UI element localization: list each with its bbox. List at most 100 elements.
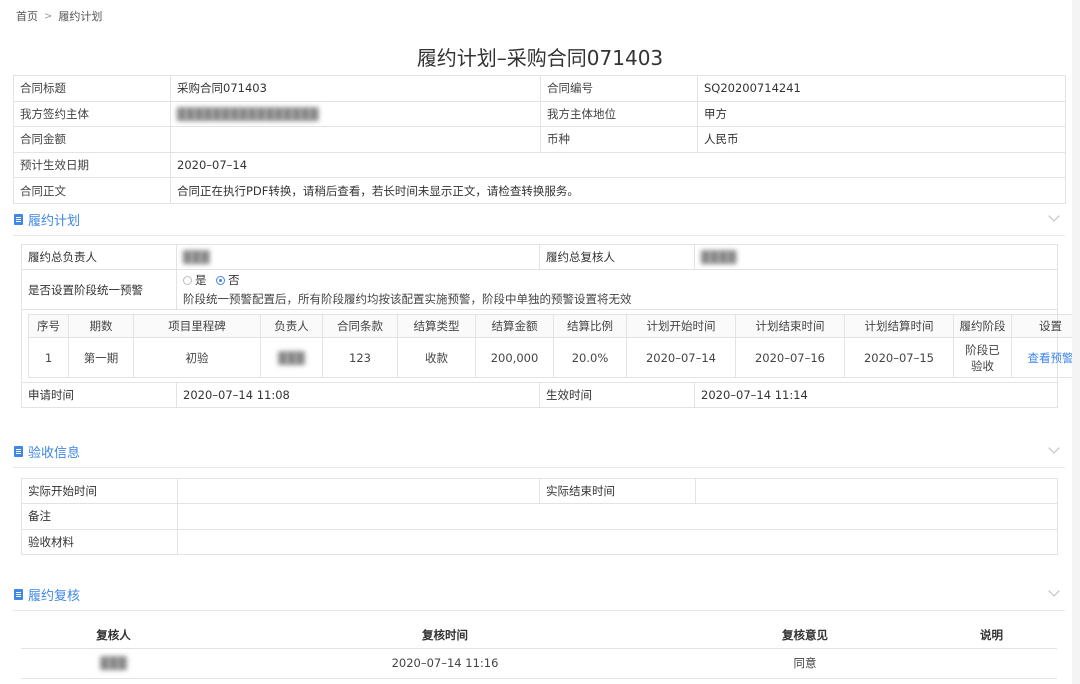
warn-label: 是否设置阶段统一预警 — [21, 269, 177, 310]
col-header: 结算金额 — [475, 314, 554, 338]
reviewer-label: 履约总复核人 — [539, 244, 695, 270]
warn-yes-radio[interactable]: 是 — [183, 272, 207, 288]
contract-no-label: 合同编号 — [540, 75, 698, 102]
warn-note: 阶段统一预警配置后，所有阶段履约均按该配置实施预警，阶段中单独的预警设置将无效 — [183, 292, 632, 306]
breadcrumb-home-link[interactable]: 首页 — [16, 8, 38, 24]
review-section-header[interactable]: 履约复核 — [14, 583, 1064, 605]
stage-table: 序号 期数 项目里程碑 负责人 合同条款 结算类型 结算金额 结算比例 计划开始… — [28, 314, 1080, 378]
cell-clause: 123 — [322, 337, 398, 378]
currency-value: 人民币 — [697, 126, 1066, 153]
actual-end-label: 实际结束时间 — [539, 477, 696, 505]
contract-body-value: 合同正在执行PDF转换，请稍后查看，若长时间未显示正文，请检查转换服务。 — [170, 177, 1066, 204]
cell-milestone: 初验 — [133, 337, 261, 378]
redacted-reviewer: ███ — [100, 656, 127, 670]
view-warning-link[interactable]: 查看预警 — [1028, 351, 1074, 365]
document-icon — [14, 588, 23, 600]
breadcrumb-current: 履约计划 — [58, 10, 103, 23]
document-icon — [14, 213, 23, 225]
radio-checked-icon — [216, 275, 226, 285]
cell-review-opinion: 同意 — [684, 648, 926, 679]
material-value — [177, 528, 1058, 555]
cell-plan-end: 2020–07–16 — [735, 337, 845, 378]
actual-start-label: 实际开始时间 — [21, 477, 178, 505]
col-header: 负责人 — [260, 314, 323, 338]
plan-box: 履约总负责人 ███ 履约总复核人 ████ 是否设置阶段统一预警 是 否 阶段… — [21, 244, 1080, 408]
breadcrumb: 首页 > 履约计划 — [16, 8, 102, 24]
party-value: ████████████████ — [170, 100, 541, 128]
section-divider — [13, 467, 1065, 468]
cell-reviewer: ███ — [21, 648, 206, 679]
plan-section-header[interactable]: 履约计划 — [14, 208, 1064, 230]
contract-body-label: 合同正文 — [13, 177, 171, 204]
plan-table: 履约总负责人 ███ 履约总复核人 ████ 是否设置阶段统一预警 是 否 阶段… — [21, 244, 1080, 408]
section-divider — [13, 610, 1065, 611]
contract-title-value: 采购合同071403 — [170, 75, 541, 102]
actual-start-value — [177, 477, 540, 505]
breadcrumb-separator: > — [44, 10, 53, 22]
acceptance-section-title: 验收信息 — [28, 445, 81, 461]
cell-plan-start: 2020–07–14 — [626, 337, 736, 378]
remark-label: 备注 — [21, 503, 178, 530]
position-value: 甲方 — [697, 100, 1066, 128]
redacted-party: ████████████████ — [177, 106, 319, 121]
contract-no-value: SQ20200714241 — [697, 75, 1066, 102]
warn-no-radio[interactable]: 否 — [216, 272, 240, 288]
apply-time-label: 申请时间 — [21, 382, 177, 408]
cell-review-note — [926, 648, 1057, 679]
chevron-down-icon[interactable] — [1048, 442, 1060, 454]
col-header: 复核人 — [21, 622, 206, 649]
col-header: 结算比例 — [553, 314, 627, 338]
redacted-owner: ███ — [183, 250, 210, 264]
col-header: 计划结算时间 — [844, 314, 954, 338]
currency-label: 币种 — [540, 126, 698, 153]
col-header: 设置 — [1011, 314, 1080, 338]
chevron-down-icon[interactable] — [1048, 585, 1060, 597]
col-header: 计划开始时间 — [626, 314, 736, 338]
position-label: 我方主体地位 — [540, 100, 698, 128]
col-header: 复核意见 — [684, 622, 926, 649]
acceptance-section-header[interactable]: 验收信息 — [14, 440, 1064, 462]
remark-value — [177, 503, 1058, 530]
col-header: 合同条款 — [322, 314, 398, 338]
cell-owner: ███ — [260, 337, 323, 378]
cell-review-time: 2020–07–14 11:16 — [206, 648, 684, 679]
table-row: ███ 2020–07–14 11:16 同意 — [21, 648, 1057, 679]
plan-section-title: 履约计划 — [28, 213, 81, 229]
cell-index: 1 — [28, 337, 69, 378]
owner-label: 履约总负责人 — [21, 244, 177, 270]
col-header: 计划结束时间 — [735, 314, 845, 338]
amount-value — [170, 126, 541, 153]
material-label: 验收材料 — [21, 528, 178, 555]
col-header: 期数 — [68, 314, 134, 338]
cell-ratio: 20.0% — [553, 337, 627, 378]
stage-table-header: 序号 期数 项目里程碑 负责人 合同条款 结算类型 结算金额 结算比例 计划开始… — [28, 314, 1080, 338]
cell-stage: 阶段已验收 — [953, 337, 1012, 378]
cell-settle-type: 收款 — [397, 337, 476, 378]
cell-period: 第一期 — [68, 337, 134, 378]
effective-date-value: 2020–07–14 — [170, 151, 1066, 179]
effective-time-label: 生效时间 — [539, 382, 695, 408]
col-header: 项目里程碑 — [133, 314, 261, 338]
stage-table-container: 序号 期数 项目里程碑 负责人 合同条款 结算类型 结算金额 结算比例 计划开始… — [21, 309, 1080, 383]
page-title: 履约计划–采购合同071403 — [416, 46, 664, 70]
apply-time-value: 2020–07–14 11:08 — [176, 382, 540, 408]
amount-label: 合同金额 — [13, 126, 171, 153]
radio-circle-icon — [183, 275, 192, 285]
actual-end-value — [695, 477, 1058, 505]
col-header: 履约阶段 — [953, 314, 1012, 338]
review-section-title: 履约复核 — [28, 588, 81, 604]
document-icon — [14, 445, 23, 457]
section-divider — [13, 235, 1065, 236]
effective-date-label: 预计生效日期 — [13, 151, 171, 179]
acceptance-table: 实际开始时间 实际结束时间 备注 验收材料 — [21, 477, 1058, 555]
cell-action: 查看预警 — [1011, 337, 1080, 378]
redacted-reviewer: ████ — [701, 250, 737, 264]
effective-time-value: 2020–07–14 11:14 — [694, 382, 1058, 408]
chevron-down-icon[interactable] — [1048, 210, 1060, 222]
vertical-scrollbar[interactable] — [1072, 0, 1080, 684]
col-header: 说明 — [926, 622, 1057, 649]
reviewer-value: ████ — [694, 244, 1058, 270]
party-label: 我方签约主体 — [13, 100, 171, 128]
cell-plan-settle: 2020–07–15 — [844, 337, 954, 378]
cell-amount: 200,000 — [475, 337, 554, 378]
